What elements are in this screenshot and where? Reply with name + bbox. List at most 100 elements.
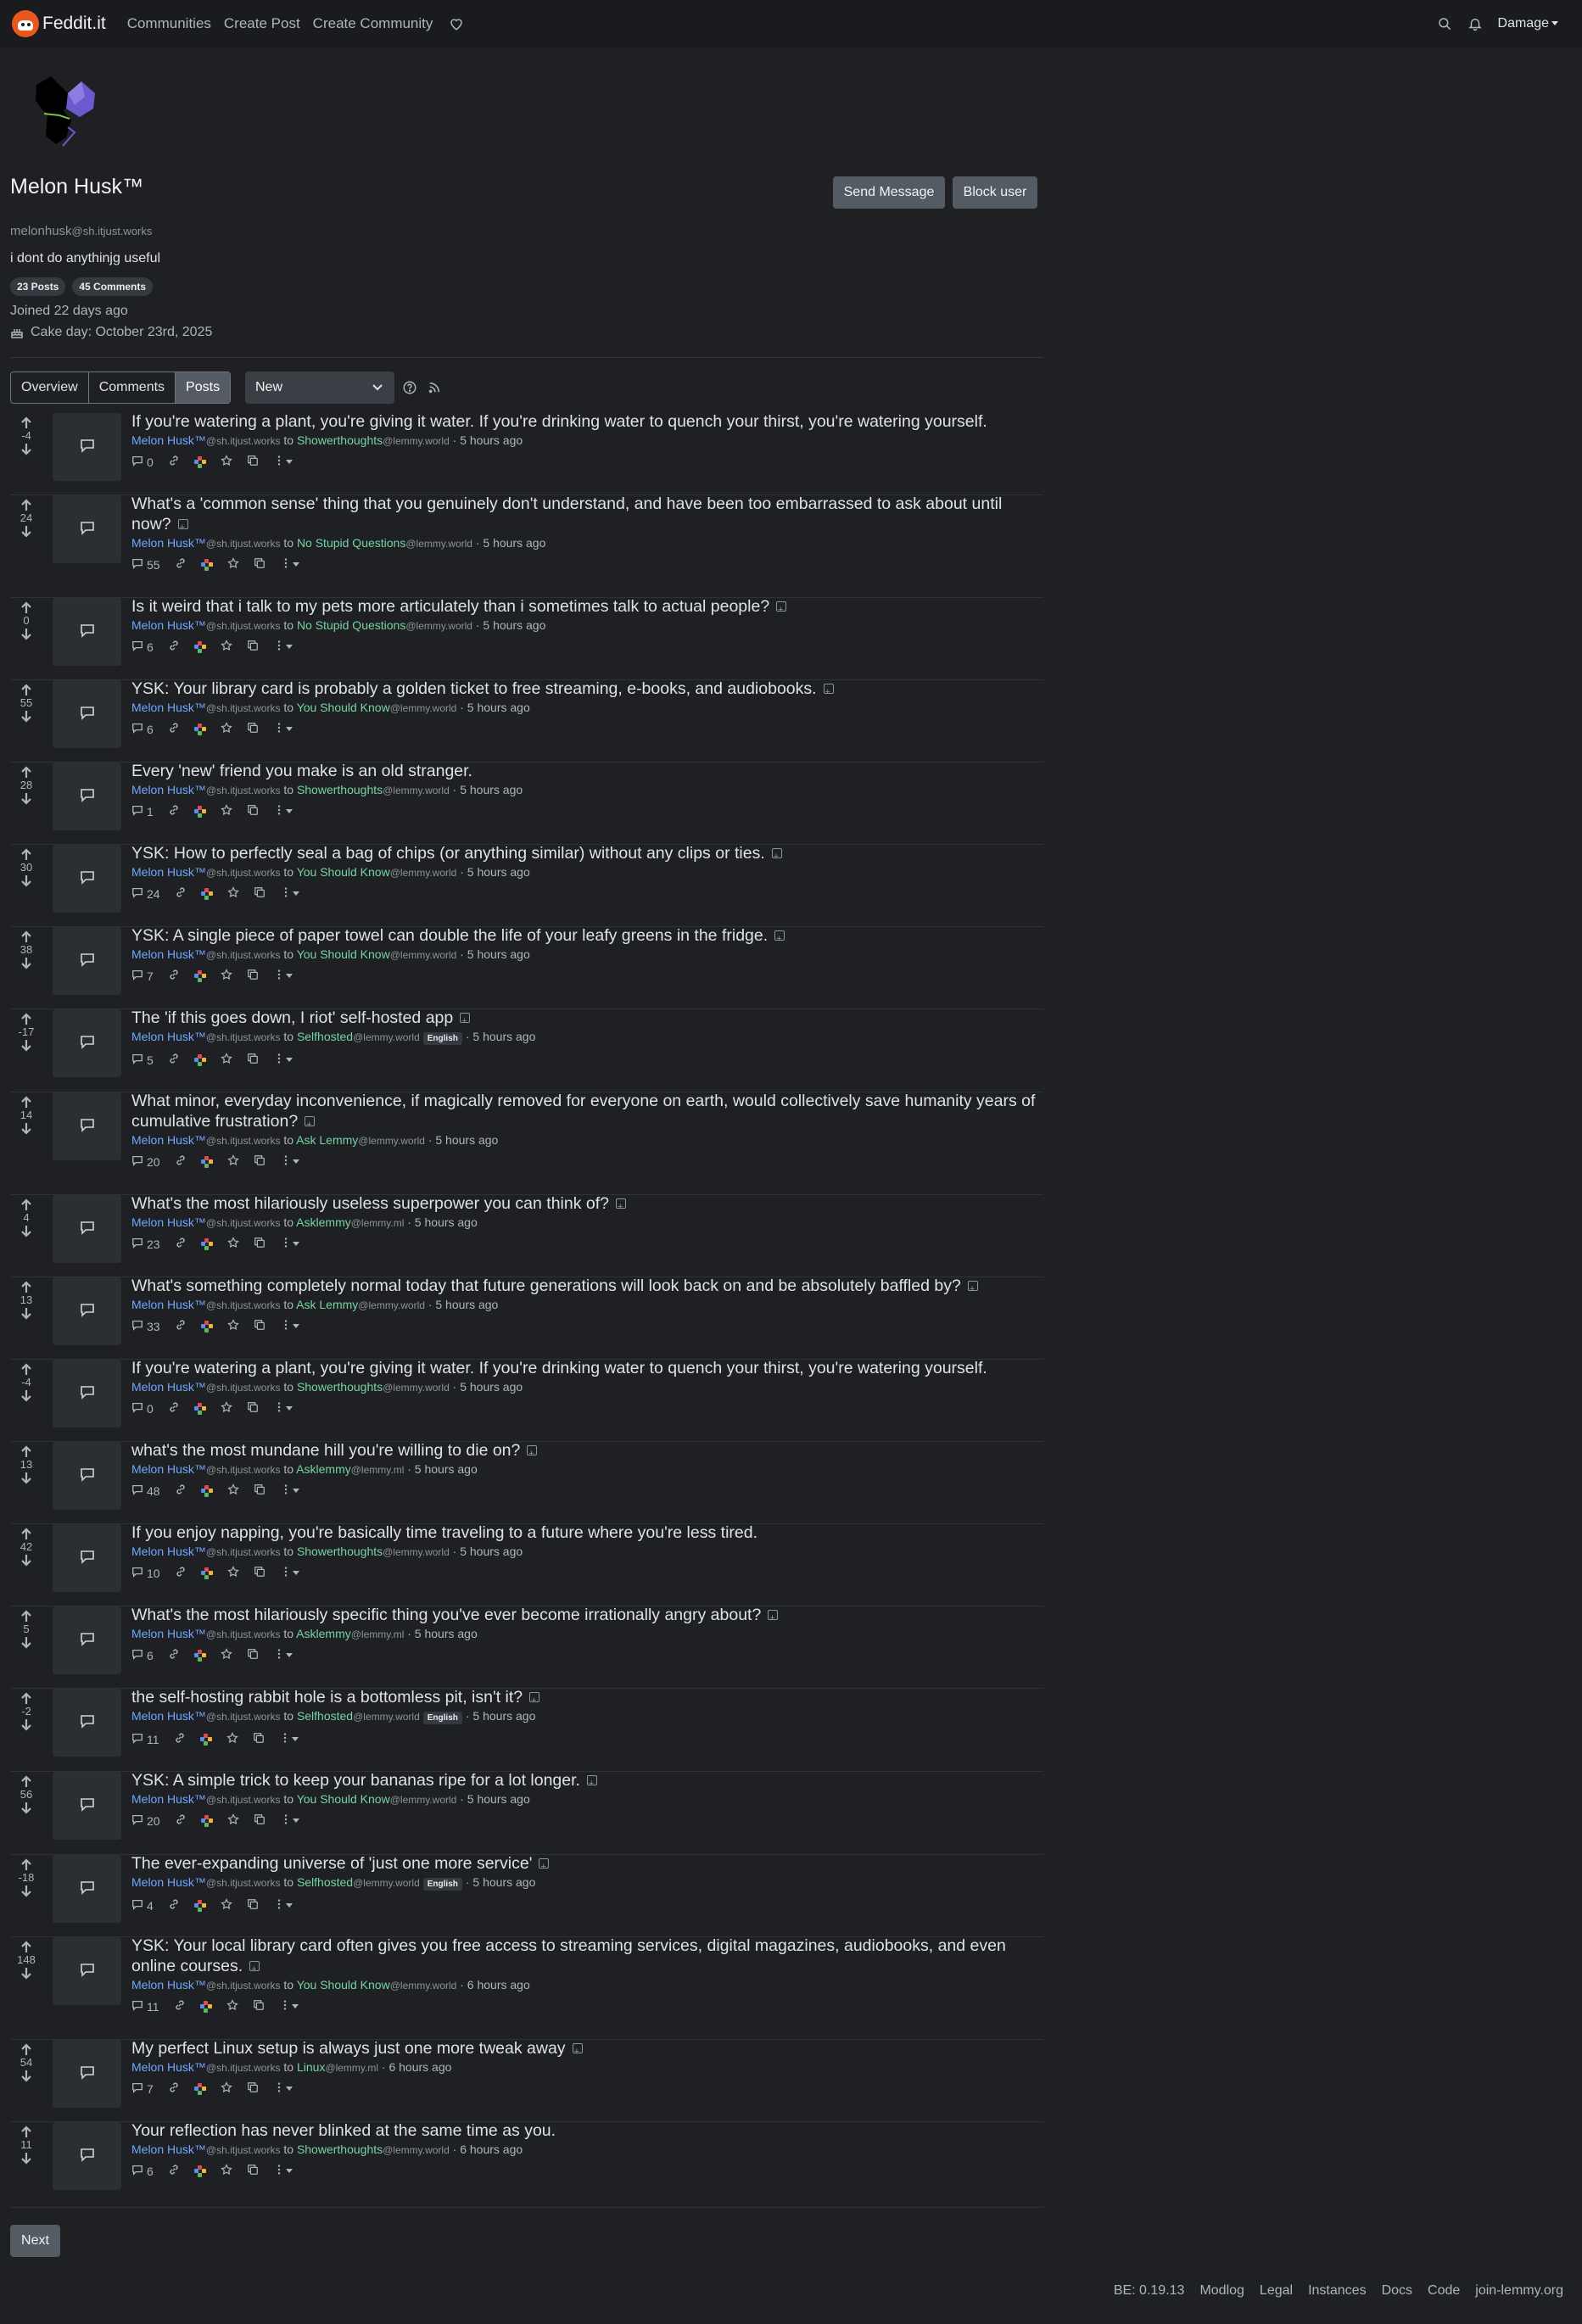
donate-heart-icon[interactable]	[449, 16, 464, 31]
crosspost-button[interactable]	[247, 1401, 259, 1416]
upvote-arrow-icon[interactable]	[10, 1198, 42, 1212]
more-actions-button[interactable]	[273, 1898, 293, 1913]
comments-count-button[interactable]: 20	[131, 1813, 160, 1828]
more-actions-button[interactable]	[273, 969, 293, 983]
fediverse-link-button[interactable]	[200, 1320, 213, 1332]
comments-count-button[interactable]: 0	[131, 455, 154, 469]
post-title-link[interactable]: YSK: A single piece of paper towel can d…	[131, 926, 768, 945]
downvote-arrow-icon[interactable]	[10, 442, 42, 455]
copy-link-button[interactable]	[175, 1813, 187, 1828]
copy-link-button[interactable]	[175, 886, 187, 901]
comments-count-button[interactable]: 4	[131, 1898, 154, 1913]
fediverse-link-button[interactable]	[193, 1053, 206, 1066]
copy-link-button[interactable]	[175, 1566, 187, 1580]
copy-link-button[interactable]	[168, 804, 180, 818]
fediverse-link-button[interactable]	[193, 1402, 206, 1415]
fediverse-link-button[interactable]	[193, 640, 206, 653]
more-actions-button[interactable]	[273, 640, 293, 654]
save-post-button[interactable]	[221, 455, 232, 469]
post-thumbnail[interactable]	[53, 2040, 121, 2108]
copy-link-button[interactable]	[168, 1898, 180, 1913]
upvote-arrow-icon[interactable]	[10, 1692, 42, 1706]
copy-link-button[interactable]	[175, 1319, 187, 1333]
more-actions-button[interactable]	[280, 1566, 299, 1580]
upvote-arrow-icon[interactable]	[10, 2126, 42, 2139]
save-post-button[interactable]	[226, 1732, 238, 1746]
comments-count-button[interactable]: 24	[131, 886, 160, 901]
post-author-link[interactable]: Melon Husk™@sh.itjust.works	[131, 1380, 280, 1394]
expand-post-icon[interactable]	[616, 1197, 626, 1217]
crosspost-button[interactable]	[254, 1319, 266, 1333]
comments-count-button[interactable]: 0	[131, 1401, 154, 1416]
comments-count-button[interactable]: 6	[131, 722, 154, 736]
post-thumbnail[interactable]	[53, 1606, 121, 1674]
copy-link-button[interactable]	[175, 1237, 187, 1251]
upvote-arrow-icon[interactable]	[10, 930, 42, 944]
sort-select[interactable]: New	[245, 372, 394, 404]
fediverse-link-button[interactable]	[200, 1237, 213, 1250]
crosspost-button[interactable]	[247, 804, 259, 818]
post-community-link[interactable]: Linux@lemmy.ml	[297, 2060, 378, 2074]
downvote-arrow-icon[interactable]	[10, 874, 42, 887]
post-community-link[interactable]: Selfhosted@lemmy.world	[297, 1875, 420, 1889]
post-title-link[interactable]: YSK: Your local library card often gives…	[131, 1936, 1006, 1975]
downvote-arrow-icon[interactable]	[10, 627, 42, 640]
more-actions-button[interactable]	[273, 2164, 293, 2178]
copy-link-button[interactable]	[175, 557, 187, 572]
copy-link-button[interactable]	[174, 1999, 186, 2014]
comments-count-button[interactable]: 55	[131, 557, 160, 572]
post-community-link[interactable]: Showerthoughts@lemmy.world	[297, 783, 450, 796]
save-post-button[interactable]	[226, 886, 239, 901]
post-author-link[interactable]: Melon Husk™@sh.itjust.works	[131, 1462, 280, 1476]
comments-count-button[interactable]: 6	[131, 640, 154, 654]
notifications-bell-icon[interactable]	[1467, 16, 1483, 31]
nav-communities-link[interactable]: Communities	[127, 15, 211, 32]
expand-post-icon[interactable]	[249, 1959, 260, 1980]
post-title-link[interactable]: YSK: A simple trick to keep your bananas…	[131, 1771, 580, 1790]
post-title-link[interactable]: What's something completely normal today…	[131, 1277, 961, 1295]
post-thumbnail[interactable]	[53, 1092, 121, 1160]
footer-docs-link[interactable]: Docs	[1382, 2283, 1412, 2299]
post-thumbnail[interactable]	[53, 1524, 121, 1592]
post-community-link[interactable]: Asklemmy@lemmy.ml	[296, 1215, 404, 1229]
fediverse-link-button[interactable]	[193, 2082, 206, 2095]
save-post-button[interactable]	[221, 969, 232, 983]
post-title-link[interactable]: Every 'new' friend you make is an old st…	[131, 762, 472, 780]
comments-count-button[interactable]: 11	[131, 1732, 159, 1746]
comments-count-button[interactable]: 6	[131, 1648, 154, 1662]
save-post-button[interactable]	[226, 1483, 239, 1498]
crosspost-button[interactable]	[254, 886, 266, 901]
downvote-arrow-icon[interactable]	[10, 1471, 42, 1484]
more-actions-button[interactable]	[273, 2081, 293, 2096]
downvote-arrow-icon[interactable]	[10, 524, 42, 538]
post-title-link[interactable]: Is it weird that i talk to my pets more …	[131, 597, 769, 616]
post-title-link[interactable]: The 'if this goes down, I riot' self-hos…	[131, 1008, 453, 1027]
expand-post-icon[interactable]	[586, 1774, 597, 1794]
nav-create-post-link[interactable]: Create Post	[224, 15, 300, 32]
more-actions-button[interactable]	[280, 1319, 299, 1333]
copy-link-button[interactable]	[168, 1401, 180, 1416]
save-post-button[interactable]	[226, 1813, 239, 1828]
downvote-arrow-icon[interactable]	[10, 1966, 42, 1980]
fediverse-link-button[interactable]	[200, 558, 213, 571]
post-author-link[interactable]: Melon Husk™@sh.itjust.works	[131, 947, 280, 961]
fediverse-link-button[interactable]	[193, 969, 206, 982]
expand-post-icon[interactable]	[305, 1115, 316, 1135]
footer-modlog-link[interactable]: Modlog	[1199, 2283, 1244, 2299]
footer-join-lemmy-link[interactable]: join-lemmy.org	[1475, 2283, 1563, 2299]
crosspost-button[interactable]	[247, 2081, 259, 2096]
post-thumbnail[interactable]	[53, 1277, 121, 1345]
crosspost-button[interactable]	[253, 1732, 265, 1746]
post-community-link[interactable]: You Should Know@lemmy.world	[297, 865, 457, 879]
post-thumbnail[interactable]	[53, 763, 121, 830]
downvote-arrow-icon[interactable]	[10, 1635, 42, 1649]
post-title-link[interactable]: What minor, everyday inconvenience, if m…	[131, 1092, 1035, 1131]
post-community-link[interactable]: No Stupid Questions@lemmy.world	[297, 536, 472, 550]
downvote-arrow-icon[interactable]	[10, 1224, 42, 1237]
fediverse-link-button[interactable]	[200, 887, 213, 900]
crosspost-button[interactable]	[253, 1999, 265, 2014]
post-community-link[interactable]: You Should Know@lemmy.world	[297, 1792, 457, 1806]
post-thumbnail[interactable]	[53, 1937, 121, 2005]
footer-legal-link[interactable]: Legal	[1260, 2283, 1293, 2299]
post-thumbnail[interactable]	[53, 495, 121, 563]
